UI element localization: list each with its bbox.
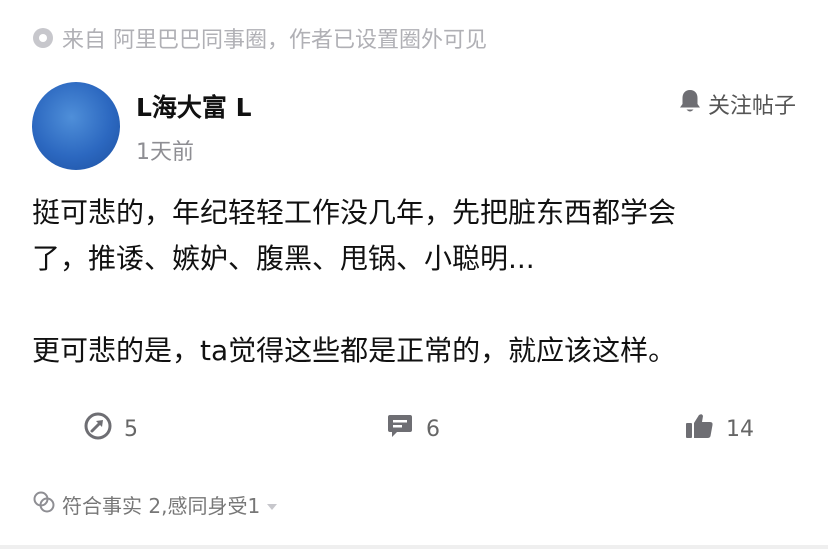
triangle-down-icon[interactable] xyxy=(266,493,278,517)
share-button[interactable]: 5 xyxy=(84,412,138,446)
source-bar: 来自 阿里巴巴同事圈，作者已设置圈外可见 xyxy=(32,22,487,54)
post-content: 挺可悲的，年纪轻轻工作没几年，先把脏东西都学会 了，推诿、嫉妒、腹黑、甩锅、小聪… xyxy=(32,190,802,374)
follow-label: 关注帖子 xyxy=(707,94,796,119)
like-count: 14 xyxy=(726,416,754,442)
share-arrow-icon xyxy=(84,412,112,446)
author-name[interactable]: L海大富 L xyxy=(136,88,252,124)
visibility-dot-icon xyxy=(32,27,54,49)
content-line: 挺可悲的，年纪轻轻工作没几年，先把脏东西都学会 xyxy=(32,196,677,229)
content-line: 了，推诿、嫉妒、腹黑、甩锅、小聪明... xyxy=(32,242,535,275)
source-text: 来自 阿里巴巴同事圈，作者已设置圈外可见 xyxy=(62,28,487,53)
comment-bubble-icon xyxy=(386,412,414,446)
reaction-icon xyxy=(32,490,56,519)
reaction-summary[interactable]: 符合事实 2,感同身受1 xyxy=(32,490,278,519)
author-row: L海大富 L 1天前 关注帖子 xyxy=(32,82,796,172)
comment-button[interactable]: 6 xyxy=(386,412,440,446)
thumbs-up-icon xyxy=(684,412,714,446)
bell-icon xyxy=(678,88,702,120)
share-count: 5 xyxy=(124,416,138,442)
reaction-text: 符合事实 2,感同身受1 xyxy=(62,494,261,518)
action-bar: 5 6 14 xyxy=(0,412,828,462)
avatar[interactable] xyxy=(32,82,120,170)
follow-post-button[interactable]: 关注帖子 xyxy=(678,88,796,120)
like-button[interactable]: 14 xyxy=(684,412,754,446)
post-time: 1天前 xyxy=(136,140,194,165)
divider xyxy=(0,545,828,549)
content-line: 更可悲的是，ta觉得这些都是正常的，就应该这样。 xyxy=(32,334,677,367)
comment-count: 6 xyxy=(426,416,440,442)
